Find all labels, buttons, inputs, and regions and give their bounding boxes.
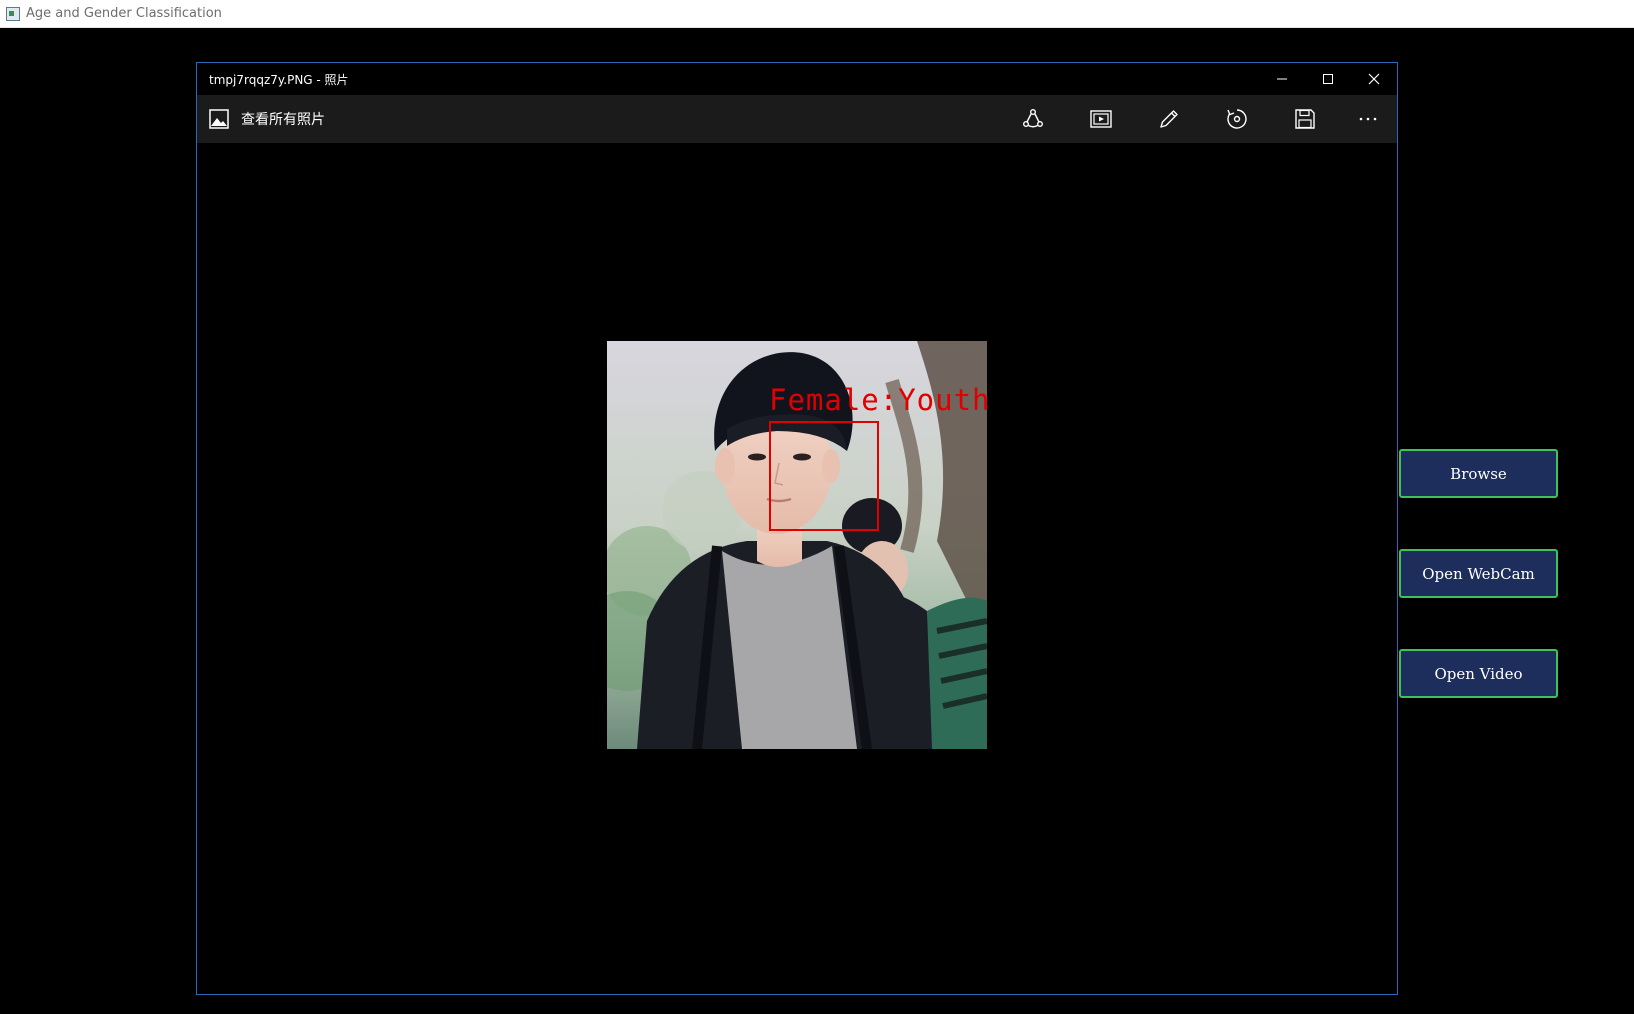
edit-button[interactable] [1135, 95, 1203, 143]
more-options-button[interactable] [1339, 95, 1397, 143]
face-bounding-box [769, 421, 879, 531]
photo-gallery-icon [209, 109, 229, 129]
rotate-button[interactable] [1203, 95, 1271, 143]
photo-viewer-window: tmpj7rqqz7y.PNG - 照片 查看所有照片 Female:Youth [196, 62, 1398, 995]
share-button[interactable] [999, 95, 1067, 143]
window-controls [1259, 63, 1397, 95]
app-title-bar: Age and Gender Classification [0, 0, 1634, 28]
viewer-title: tmpj7rqqz7y.PNG - 照片 [209, 72, 349, 87]
open-webcam-button[interactable]: Open WebCam [1399, 549, 1558, 598]
minimize-button[interactable] [1259, 63, 1305, 95]
close-button[interactable] [1351, 63, 1397, 95]
viewer-toolbar: 查看所有照片 [197, 95, 1397, 143]
browse-button[interactable]: Browse [1399, 449, 1558, 498]
minimize-icon [1277, 78, 1287, 80]
slideshow-button[interactable] [1067, 95, 1135, 143]
see-all-photos-label: 查看所有照片 [241, 112, 325, 128]
open-video-button[interactable]: Open Video [1399, 649, 1558, 698]
save-button[interactable] [1271, 95, 1339, 143]
see-all-photos-button[interactable]: 查看所有照片 [209, 109, 325, 129]
toolbar-actions [999, 95, 1397, 143]
viewer-title-bar[interactable]: tmpj7rqqz7y.PNG - 照片 [197, 63, 1397, 95]
more-icon [1359, 117, 1377, 121]
slideshow-icon [1090, 110, 1112, 128]
app-window-icon [6, 6, 20, 21]
edit-pencil-icon [1160, 110, 1178, 128]
prediction-label: Female:Youth [769, 383, 987, 417]
rotate-icon [1227, 109, 1247, 129]
displayed-photo: Female:Youth [607, 341, 987, 749]
app-title: Age and Gender Classification [26, 6, 222, 21]
share-icon [1023, 109, 1043, 128]
save-icon [1295, 109, 1315, 129]
close-icon [1368, 73, 1380, 85]
maximize-button[interactable] [1305, 63, 1351, 95]
maximize-icon [1323, 74, 1333, 84]
